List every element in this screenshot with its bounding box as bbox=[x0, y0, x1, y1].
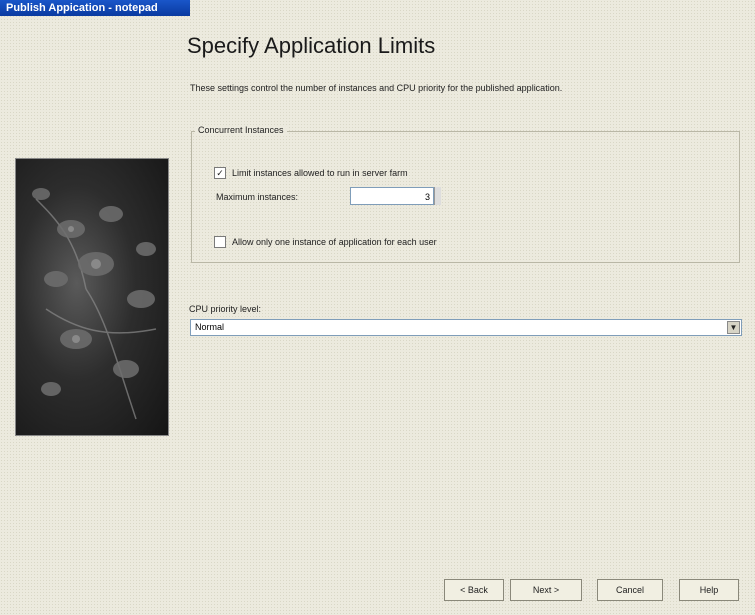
maximum-instances-spinner[interactable] bbox=[434, 187, 441, 205]
page-description: These settings control the number of ins… bbox=[190, 83, 563, 93]
limit-instances-checkbox[interactable]: ✓ bbox=[214, 167, 226, 179]
maximum-instances-input[interactable]: 3 bbox=[350, 187, 434, 205]
cpu-priority-select[interactable]: Normal ▼ bbox=[190, 319, 742, 336]
chevron-down-icon[interactable]: ▼ bbox=[727, 321, 740, 334]
decorative-flower-image bbox=[15, 158, 169, 436]
cpu-priority-value: Normal bbox=[195, 322, 225, 332]
one-instance-per-user-checkbox[interactable] bbox=[214, 236, 226, 248]
next-button[interactable]: Next > bbox=[510, 579, 582, 601]
cancel-button[interactable]: Cancel bbox=[597, 579, 663, 601]
back-button[interactable]: < Back bbox=[444, 579, 504, 601]
cpu-priority-label: CPU priority level: bbox=[189, 304, 262, 314]
limit-instances-option[interactable]: ✓ Limit instances allowed to run in serv… bbox=[214, 167, 408, 179]
help-button[interactable]: Help bbox=[679, 579, 739, 601]
page-title: Specify Application Limits bbox=[187, 33, 436, 58]
limit-instances-label: Limit instances allowed to run in server… bbox=[232, 168, 408, 178]
one-instance-per-user-option[interactable]: Allow only one instance of application f… bbox=[214, 236, 437, 248]
publish-application-dialog: Publish Appication - notepad Specify App… bbox=[0, 0, 755, 615]
window-title: Publish Appication - notepad bbox=[0, 0, 190, 16]
concurrent-instances-legend: Concurrent Instances bbox=[195, 125, 287, 135]
one-instance-per-user-label: Allow only one instance of application f… bbox=[232, 237, 437, 247]
maximum-instances-label: Maximum instances: bbox=[216, 192, 299, 202]
